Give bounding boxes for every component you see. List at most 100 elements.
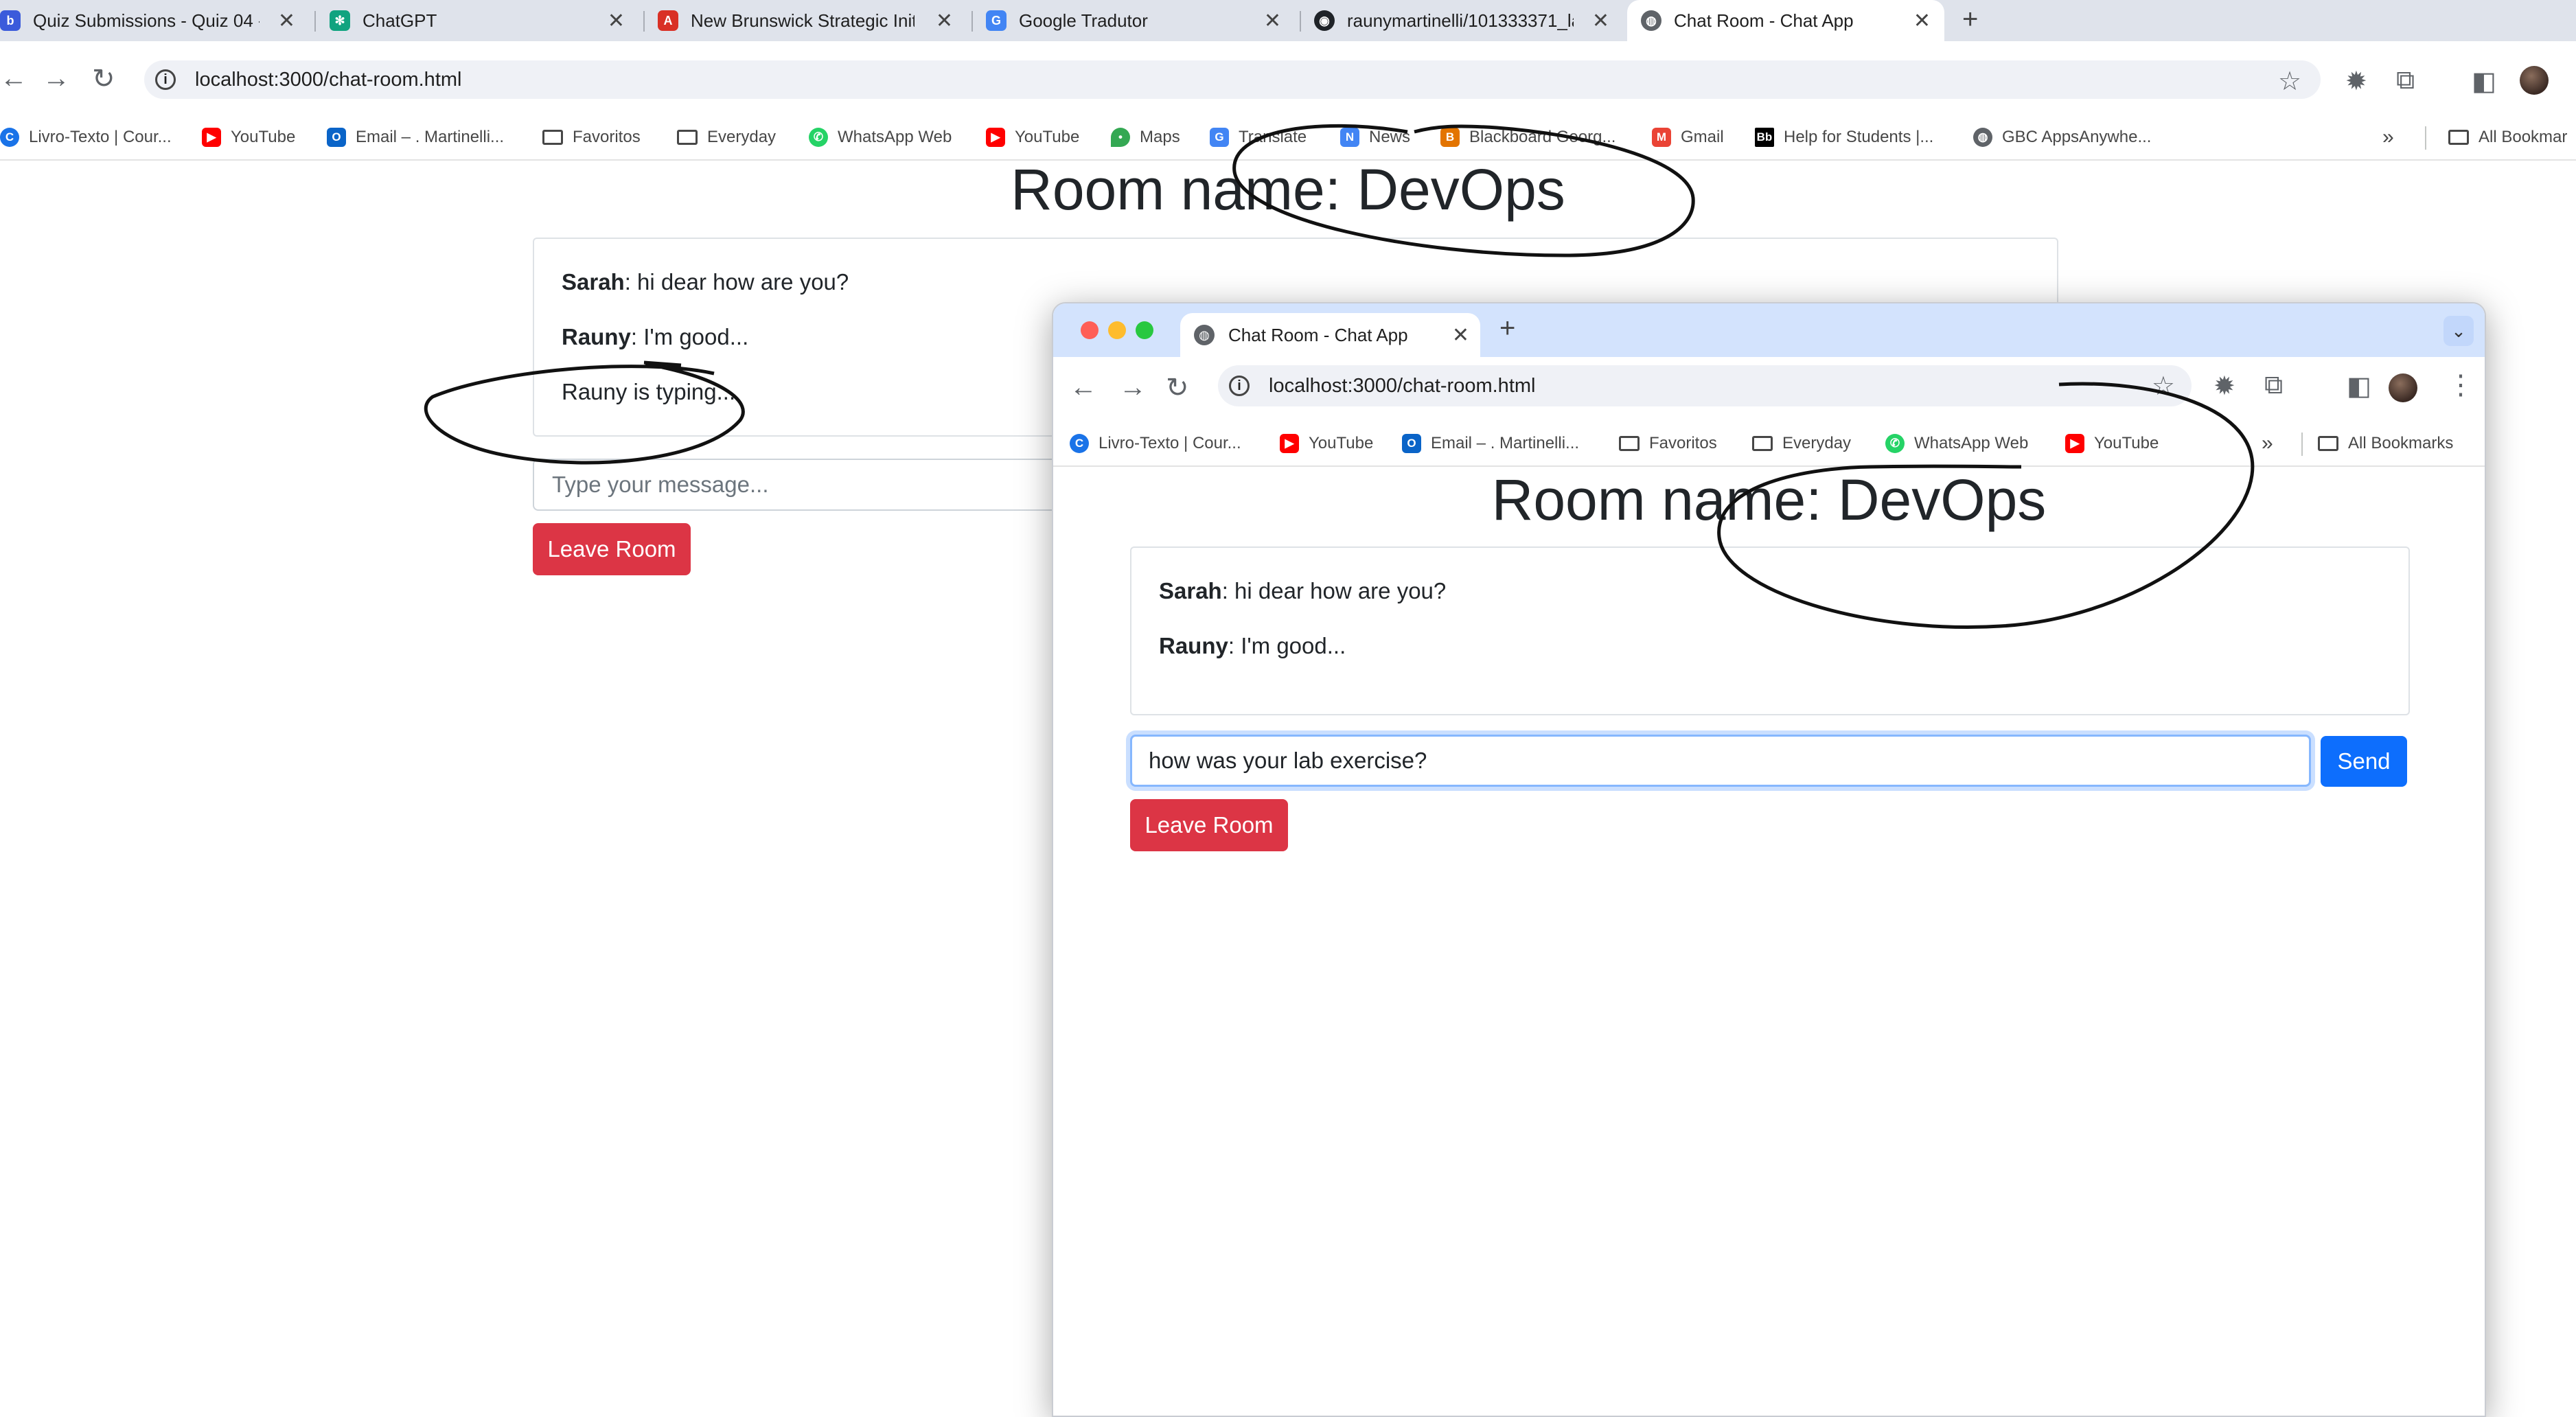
whatsapp-icon: ✆ [809, 128, 828, 147]
folder-icon [677, 130, 698, 145]
bookmark-star-icon[interactable]: ☆ [2278, 66, 2301, 97]
overlay-tab-chat-room[interactable]: ◍ Chat Room - Chat App ✕ [1180, 313, 1480, 357]
more-bookmarks-chevron-icon[interactable]: » [2382, 117, 2394, 158]
message-input[interactable]: how was your lab exercise? [1130, 735, 2311, 787]
bookmark-folder-everyday[interactable]: Everyday [1752, 423, 1851, 464]
tab-label: New Brunswick Strategic Initi [691, 10, 915, 31]
bookmark-blackboard[interactable]: B Blackboard Georg... [1440, 117, 1615, 158]
site-info-icon[interactable]: i [155, 69, 176, 90]
bookmark-youtube-2[interactable]: ▶ YouTube [986, 117, 1079, 158]
overlay-bookmarks-bar: C Livro-Texto | Cour... ▶ YouTube O Email –… [1053, 423, 2485, 467]
extensions-puzzle-icon[interactable]: ⧉ [2396, 66, 2415, 95]
youtube-icon: ▶ [202, 128, 221, 147]
new-tab-button[interactable]: + [1962, 4, 1978, 35]
kebab-menu-icon[interactable]: ⋮ [2447, 369, 2474, 401]
extensions-puzzle-icon[interactable]: ⧉ [2264, 371, 2283, 400]
bookmark-news[interactable]: N News [1340, 117, 1410, 158]
bookmark-youtube[interactable]: ▶ YouTube [202, 117, 295, 158]
extension-bug-icon[interactable]: ✹ [2345, 66, 2367, 97]
close-icon[interactable]: ✕ [1592, 9, 1609, 33]
bookmark-label: YouTube [231, 128, 296, 146]
main-tab-strip: b Quiz Submissions - Quiz 04 - ✕ ✻ ChatG… [0, 0, 2576, 41]
tab-search-chevron-icon[interactable]: ⌄ [2443, 316, 2474, 346]
bookmark-star-icon[interactable]: ☆ [2152, 371, 2175, 402]
tab-chatgpt[interactable]: ✻ ChatGPT ✕ [330, 0, 632, 41]
bb-icon: Bb [1755, 128, 1774, 147]
new-tab-button[interactable]: + [1499, 313, 1515, 344]
typing-indicator: Rauny is typing... [562, 379, 736, 404]
avatar[interactable] [2389, 373, 2417, 402]
close-icon[interactable]: ✕ [278, 9, 295, 33]
tab-new-brunswick[interactable]: A New Brunswick Strategic Initi ✕ [658, 0, 960, 41]
gmail-icon: M [1652, 128, 1671, 147]
bookmark-maps[interactable]: • Maps [1111, 117, 1180, 158]
blackboard-icon: B [1440, 128, 1460, 147]
bookmark-youtube-2[interactable]: ▶ YouTube [2065, 423, 2159, 464]
back-icon[interactable]: ← [1070, 372, 1097, 403]
bookmark-email[interactable]: O Email – . Martinelli... [1402, 423, 1579, 464]
more-bookmarks-chevron-icon[interactable]: » [2262, 423, 2273, 464]
address-bar[interactable]: i localhost:3000/chat-room.html [144, 60, 2321, 99]
message-text: : hi dear how are you? [624, 269, 849, 295]
back-icon[interactable]: ← [0, 63, 27, 94]
bookmark-gmail[interactable]: M Gmail [1652, 117, 1724, 158]
bookmark-email[interactable]: O Email – . Martinelli... [327, 117, 504, 158]
bookmark-folder-favoritos[interactable]: Favoritos [1619, 423, 1717, 464]
maximize-window-button[interactable] [1136, 321, 1153, 339]
forward-icon[interactable]: → [43, 63, 70, 94]
tab-chat-room[interactable]: ◍ Chat Room - Chat App ✕ [1627, 0, 1944, 41]
leave-room-button[interactable]: Leave Room [1130, 799, 1288, 851]
overlay-address-bar[interactable]: i localhost:3000/chat-room.html ☆ [1218, 365, 2192, 406]
bookmark-gbc-apps[interactable]: ◍ GBC AppsAnywhe... [1973, 117, 2151, 158]
bookmark-folder-everyday[interactable]: Everyday [677, 117, 776, 158]
bookmark-folder-favoritos[interactable]: Favoritos [542, 117, 641, 158]
bookmark-label: Livro-Texto | Cour... [1099, 434, 1241, 452]
avatar[interactable] [2520, 66, 2549, 95]
message-text: : I'm good... [1228, 633, 1346, 658]
bookmark-label: Everyday [1782, 434, 1852, 452]
message-text: : I'm good... [630, 324, 749, 349]
send-button[interactable]: Send [2321, 736, 2407, 787]
close-icon[interactable]: ✕ [1452, 323, 1469, 347]
close-icon[interactable]: ✕ [1913, 9, 1931, 33]
leave-room-button[interactable]: Leave Room [533, 523, 691, 575]
bookmark-label: WhatsApp Web [838, 128, 952, 146]
message-item: Rauny: I'm good... [1159, 633, 1346, 659]
bookmark-label: Favoritos [1649, 434, 1717, 452]
bookmark-whatsapp[interactable]: ✆ WhatsApp Web [1885, 423, 2028, 464]
minimize-window-button[interactable] [1108, 321, 1126, 339]
all-bookmarks-button[interactable]: All Bookmar [2448, 117, 2567, 158]
close-window-button[interactable] [1081, 321, 1099, 339]
message-sender: Rauny [562, 324, 631, 349]
reload-icon[interactable]: ↻ [92, 63, 115, 95]
side-panel-icon[interactable]: ◧ [2472, 66, 2496, 97]
message-box [1130, 546, 2410, 715]
bookmarks-bar: C Livro-Texto | Cour... ▶ YouTube O Email –… [0, 117, 2576, 161]
url-text: localhost:3000/chat-room.html [1269, 374, 1536, 397]
site-info-icon[interactable]: i [1229, 376, 1250, 396]
bookmark-livro-texto[interactable]: C Livro-Texto | Cour... [0, 117, 172, 158]
forward-icon[interactable]: → [1119, 372, 1147, 403]
news-icon: N [1340, 128, 1359, 147]
bookmark-livro-texto[interactable]: C Livro-Texto | Cour... [1070, 423, 1241, 464]
pdf-icon: A [658, 10, 678, 31]
bookmark-whatsapp[interactable]: ✆ WhatsApp Web [809, 117, 952, 158]
all-bookmarks-button[interactable]: All Bookmarks [2318, 423, 2453, 464]
bookmark-label: Everyday [707, 128, 777, 146]
side-panel-icon[interactable]: ◧ [2347, 371, 2371, 402]
reload-icon[interactable]: ↻ [1166, 372, 1189, 404]
close-icon[interactable]: ✕ [936, 9, 953, 33]
tab-google-tradutor[interactable]: G Google Tradutor ✕ [986, 0, 1288, 41]
bookmark-help-students[interactable]: Bb Help for Students |... [1755, 117, 1933, 158]
extension-bug-icon[interactable]: ✹ [2213, 371, 2235, 402]
folder-icon [1752, 436, 1773, 451]
all-bookmarks-label: All Bookmarks [2348, 434, 2454, 452]
globe-icon: ◍ [1641, 10, 1661, 31]
close-icon[interactable]: ✕ [608, 9, 625, 33]
bookmark-label: Maps [1140, 128, 1180, 146]
tab-quiz[interactable]: b Quiz Submissions - Quiz 04 - ✕ [0, 0, 302, 41]
bookmark-translate[interactable]: G Translate [1210, 117, 1307, 158]
bookmark-youtube[interactable]: ▶ YouTube [1280, 423, 1373, 464]
tab-github[interactable]: ◉ raunymartinelli/101333371_la ✕ [1314, 0, 1616, 41]
close-icon[interactable]: ✕ [1264, 9, 1281, 33]
